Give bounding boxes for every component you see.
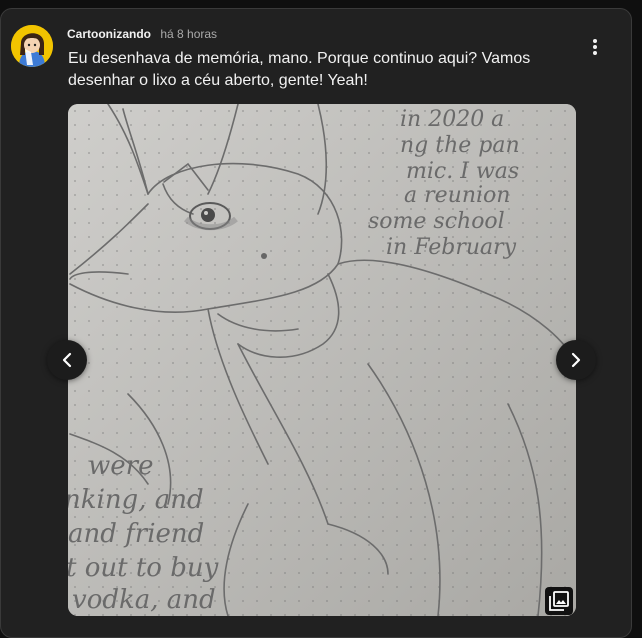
handwriting-line: and friend [68, 519, 204, 549]
community-post-card: Cartoonizando há 8 horas Eu desenhava de… [0, 8, 632, 638]
handwriting-line: in 2020 a [400, 107, 504, 132]
handwriting-line: in February [386, 235, 517, 260]
post-meta: Cartoonizando há 8 horas [67, 27, 217, 41]
handwriting-line: nking, and [68, 485, 204, 515]
post-image[interactable]: in 2020 a ng the pan mic. I was a reunio… [68, 104, 576, 616]
post-text: Eu desenhava de memória, mano. Porque co… [68, 50, 531, 89]
chevron-left-icon [62, 352, 72, 368]
handwriting-line: a reunion [404, 183, 510, 208]
handwriting-line: t out to buy [68, 553, 219, 583]
author-name[interactable]: Cartoonizando [67, 27, 151, 41]
more-vert-icon [593, 39, 597, 55]
chevron-right-icon [571, 352, 581, 368]
gallery-badge [545, 587, 573, 615]
handwriting-line: mic. I was [406, 159, 519, 184]
next-image-button[interactable] [556, 340, 596, 380]
author-avatar[interactable] [11, 25, 53, 67]
previous-image-button[interactable] [47, 340, 87, 380]
image-stack-icon [549, 591, 569, 611]
handwriting-line: were [88, 451, 153, 481]
more-actions-button[interactable] [583, 35, 607, 59]
post-time[interactable]: há 8 horas [160, 27, 217, 41]
handwriting-line: vodka, and [72, 585, 216, 615]
handwriting-line: some school [368, 209, 505, 234]
handwriting-line: ng the pan [400, 133, 520, 158]
